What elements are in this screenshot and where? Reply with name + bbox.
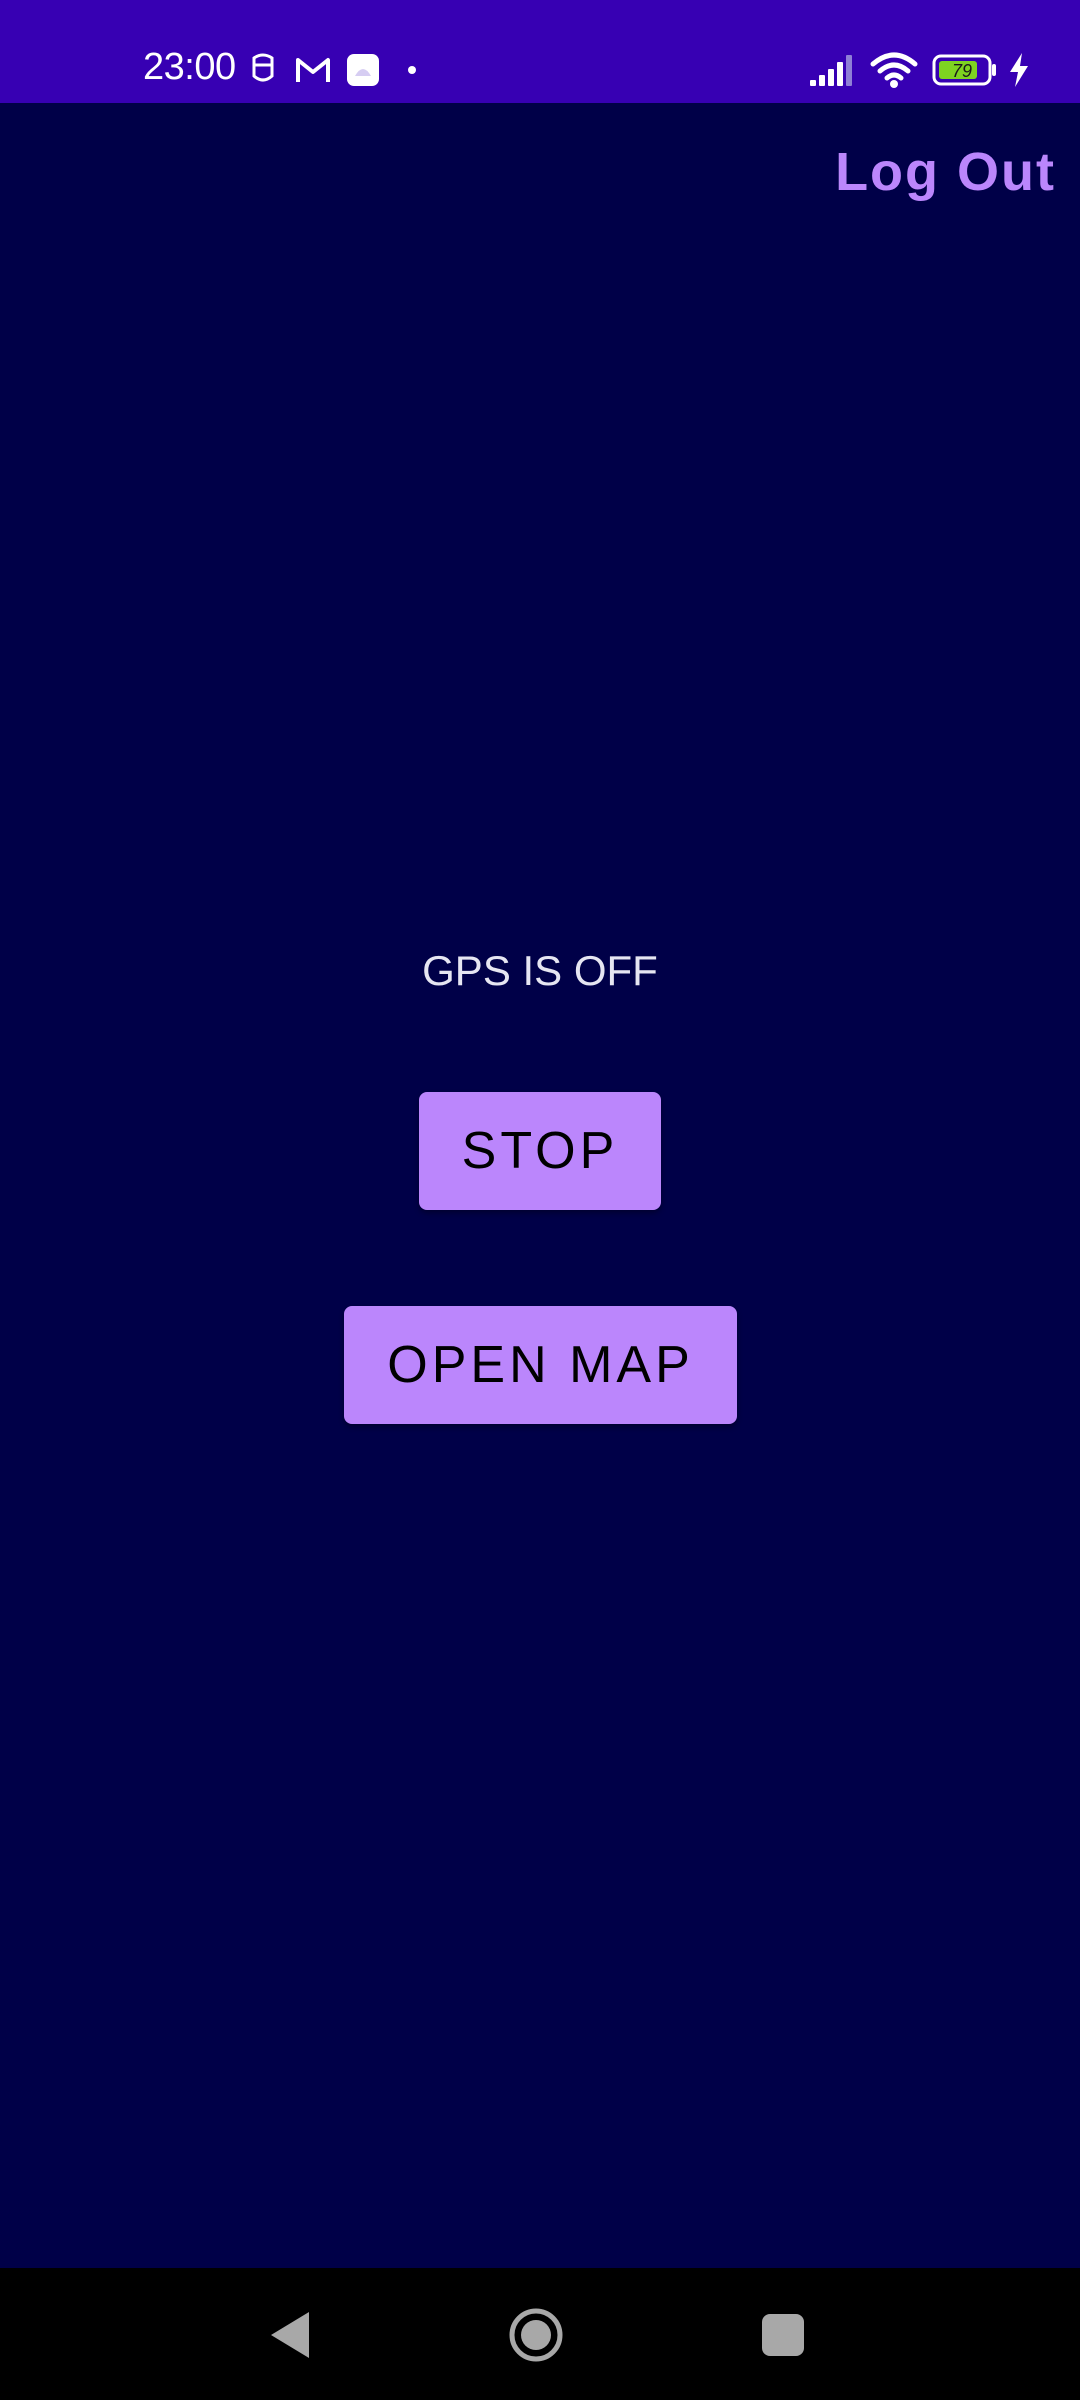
navigation-bar (0, 2268, 1080, 2400)
charging-icon (1010, 53, 1028, 87)
status-time: 23:00 (143, 46, 236, 88)
app-notification-icon (347, 54, 379, 86)
wifi-icon (870, 52, 918, 88)
notification-app-icon (252, 53, 274, 82)
open-map-button[interactable]: OPEN MAP (344, 1306, 737, 1424)
recents-icon[interactable] (760, 2312, 806, 2358)
back-icon[interactable] (265, 2308, 315, 2362)
logout-button[interactable]: Log Out (835, 141, 1056, 203)
gps-status-text: GPS IS OFF (422, 947, 658, 994)
home-icon[interactable] (506, 2305, 566, 2365)
dot-icon (408, 66, 416, 74)
app-screen: 23:00 79 Log Out GPS IS OFF STOP OPEN MA… (0, 0, 1080, 2400)
stop-button-label: STOP (461, 1122, 619, 1180)
status-bar: 23:00 79 (0, 0, 1080, 103)
gmail-icon (296, 58, 330, 82)
signal-icon (810, 55, 852, 86)
main-content: Log Out GPS IS OFF STOP OPEN MAP (0, 103, 1080, 2268)
open-map-button-label: OPEN MAP (387, 1336, 694, 1394)
battery-level: 79 (952, 61, 972, 81)
stop-button[interactable]: STOP (419, 1092, 661, 1210)
battery-icon: 79 (932, 54, 996, 86)
